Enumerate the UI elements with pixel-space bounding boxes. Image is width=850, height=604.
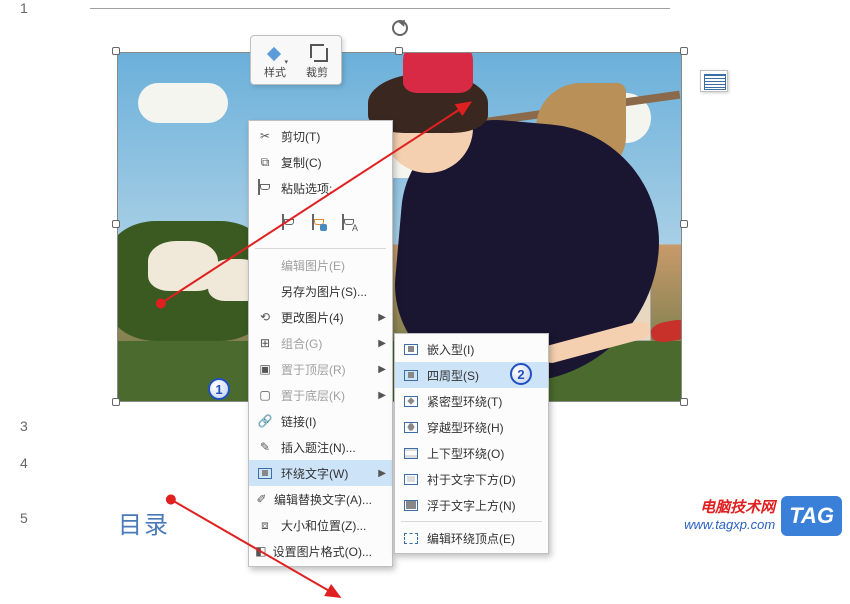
paste-option-3[interactable] (337, 211, 361, 235)
resize-handle-tl[interactable] (112, 47, 120, 55)
menu-save-as-picture[interactable]: 另存为图片(S)... (249, 278, 392, 304)
submenu-tight[interactable]: 紧密型环绕(T) (395, 388, 548, 414)
annotation-badge-1: 1 (208, 378, 230, 400)
front-wrap-icon (401, 495, 421, 515)
crop-label: 裁剪 (306, 64, 328, 80)
watermark-url: www.tagxp.com (684, 517, 775, 533)
crop-icon (306, 40, 328, 62)
style-label: 样式 (264, 64, 286, 80)
tight-wrap-icon (401, 391, 421, 411)
menu-bring-to-front: ▣ 置于顶层(R) ▶ (249, 356, 392, 382)
submenu-inline[interactable]: 嵌入型(I) (395, 336, 548, 362)
submenu-through[interactable]: 穿越型环绕(H) (395, 414, 548, 440)
line-number: 5 (20, 510, 28, 526)
through-wrap-icon (401, 417, 421, 437)
submenu-arrow-icon: ▶ (378, 390, 386, 401)
submenu-behind-text[interactable]: 衬于文字下方(D) (395, 466, 548, 492)
submenu-top-bottom[interactable]: 上下型环绕(O) (395, 440, 548, 466)
line-number: 4 (20, 455, 28, 471)
menu-cut[interactable]: ✂ 剪切(T) (249, 123, 392, 149)
watermark: 电脑技术网 www.tagxp.com TAG (684, 496, 842, 536)
submenu-arrow-icon: ▶ (378, 364, 386, 375)
mini-toolbar: 样式 裁剪 (250, 35, 342, 85)
size-position-icon: ⧈ (255, 515, 275, 535)
line-number: 3 (20, 418, 28, 434)
topbot-wrap-icon (401, 443, 421, 463)
submenu-arrow-icon: ▶ (378, 468, 386, 479)
change-picture-icon: ⟲ (255, 307, 275, 327)
submenu-arrow-icon: ▶ (378, 312, 386, 323)
menu-group: ⊞ 组合(G) ▶ (249, 330, 392, 356)
menu-link[interactable]: 🔗 链接(I) (249, 408, 392, 434)
wrap-text-icon (255, 463, 275, 483)
menu-wrap-text[interactable]: 环绕文字(W) ▶ (249, 460, 392, 486)
rule-line (90, 8, 670, 9)
edit-picture-icon (255, 255, 275, 275)
submenu-arrow-icon: ▶ (378, 338, 386, 349)
submenu-in-front-of-text[interactable]: 浮于文字上方(N) (395, 492, 548, 518)
menu-send-to-back: ▢ 置于底层(K) ▶ (249, 382, 392, 408)
paste-icon (255, 178, 275, 198)
paste-option-2[interactable] (307, 211, 331, 235)
group-icon: ⊞ (255, 333, 275, 353)
line-number: 1 (20, 0, 28, 16)
resize-handle-tm[interactable] (395, 47, 403, 55)
context-menu: ✂ 剪切(T) ⧉ 复制(C) 粘贴选项: 编辑图片(E) 另存为图片(S)..… (248, 120, 393, 567)
alt-text-icon: ✐ (255, 489, 268, 509)
style-icon (264, 40, 286, 62)
square-wrap-icon (401, 365, 421, 385)
menu-copy[interactable]: ⧉ 复制(C) (249, 149, 392, 175)
send-back-icon: ▢ (255, 385, 275, 405)
layout-options-button[interactable] (700, 70, 728, 92)
edit-points-icon (401, 528, 421, 548)
rotate-handle[interactable] (392, 20, 408, 36)
inline-wrap-icon (401, 339, 421, 359)
bring-front-icon: ▣ (255, 359, 275, 379)
menu-edit-alt-text[interactable]: ✐ 编辑替换文字(A)... (249, 486, 392, 512)
menu-change-picture[interactable]: ⟲ 更改图片(4) ▶ (249, 304, 392, 330)
style-button[interactable]: 样式 (259, 40, 291, 80)
save-as-picture-icon (255, 281, 275, 301)
copy-icon: ⧉ (255, 152, 275, 172)
watermark-tag: TAG (781, 496, 842, 536)
resize-handle-bl[interactable] (112, 398, 120, 406)
toc-heading: 目录 (118, 505, 170, 540)
resize-handle-ml[interactable] (112, 220, 120, 228)
behind-wrap-icon (401, 469, 421, 489)
watermark-title: 电脑技术网 (700, 499, 775, 517)
crop-button[interactable]: 裁剪 (301, 40, 333, 80)
menu-insert-caption[interactable]: ✎ 插入题注(N)... (249, 434, 392, 460)
menu-size-position[interactable]: ⧈ 大小和位置(Z)... (249, 512, 392, 538)
annotation-badge-2: 2 (510, 363, 532, 385)
submenu-edit-wrap-points[interactable]: 编辑环绕顶点(E) (395, 525, 548, 551)
caption-icon: ✎ (255, 437, 275, 457)
resize-handle-tr[interactable] (680, 47, 688, 55)
resize-handle-mr[interactable] (680, 220, 688, 228)
resize-handle-br[interactable] (680, 398, 688, 406)
menu-edit-picture: 编辑图片(E) (249, 252, 392, 278)
paste-options-row (249, 201, 392, 245)
link-icon: 🔗 (255, 411, 275, 431)
cut-icon: ✂ (255, 126, 275, 146)
